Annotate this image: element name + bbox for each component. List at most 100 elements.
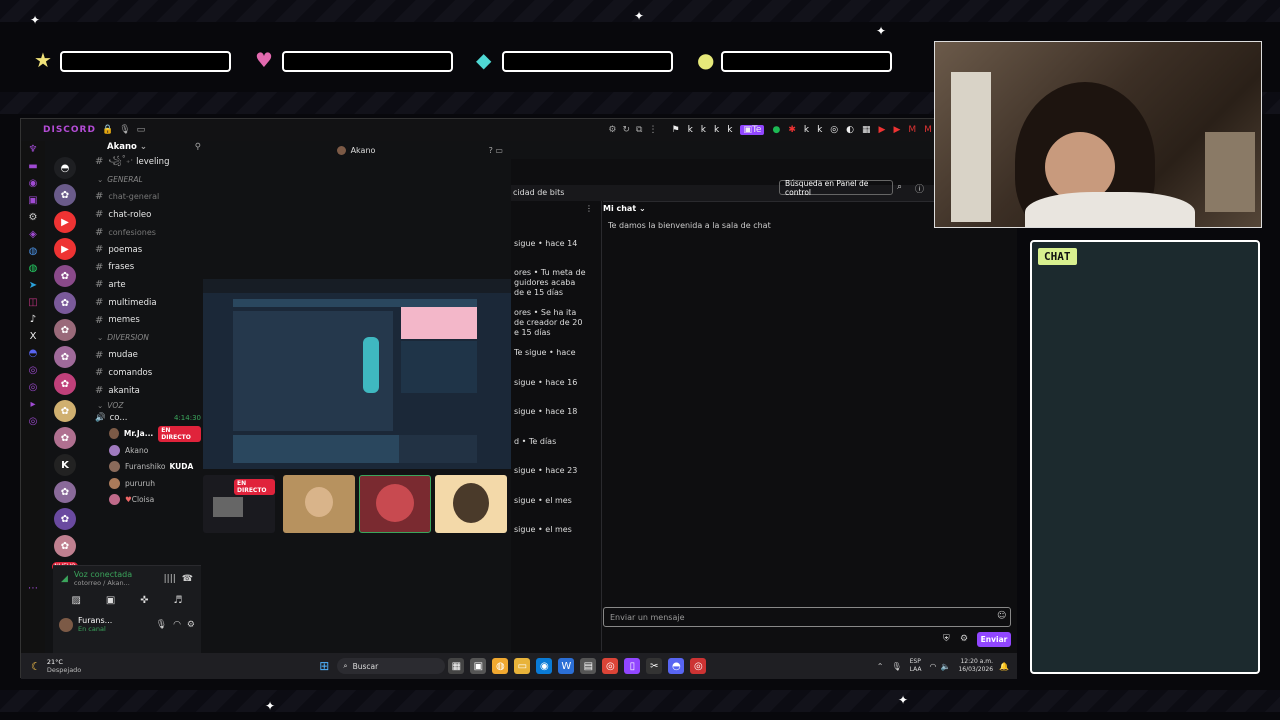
- emote-icon[interactable]: ☺: [997, 611, 1006, 621]
- task-view-icon[interactable]: ▦: [448, 658, 465, 674]
- app-icon[interactable]: ◉: [21, 175, 45, 192]
- channel-comandos[interactable]: # comandos: [85, 364, 201, 382]
- activity-item[interactable]: sigue • hace 18: [514, 407, 586, 417]
- activity-item[interactable]: ores • Tu meta de guidores acaba de e 15…: [514, 268, 586, 298]
- server-icon[interactable]: K: [54, 454, 76, 476]
- channel-multimedia[interactable]: # multimedia: [85, 294, 201, 312]
- server-header[interactable]: Akano ⌄ ⚲: [85, 141, 201, 153]
- tray-chevron-icon[interactable]: ⌃: [877, 662, 884, 671]
- soundboard-icon[interactable]: ♬: [174, 595, 183, 606]
- youtube-icon[interactable]: ▶: [893, 125, 900, 135]
- server-icon[interactable]: ✿: [54, 292, 76, 314]
- channel-mudae[interactable]: # mudae: [85, 347, 201, 365]
- settings-icon[interactable]: ⚙: [608, 125, 616, 135]
- word-icon[interactable]: W: [558, 658, 575, 674]
- app-icon[interactable]: ▣: [21, 192, 45, 209]
- voice-user[interactable]: ♥ Cloisa: [85, 491, 201, 508]
- youtube-icon[interactable]: ▶: [879, 125, 886, 135]
- app-icon[interactable]: ▯: [624, 658, 641, 674]
- app-icon[interactable]: ◍: [492, 658, 509, 674]
- taskbar-search[interactable]: ⌕ Buscar: [337, 658, 446, 674]
- channel-frases[interactable]: # frases: [85, 259, 201, 277]
- more-icon[interactable]: ⋯: [21, 580, 45, 597]
- send-button[interactable]: Enviar: [977, 632, 1011, 647]
- server-icon[interactable]: ✿: [54, 508, 76, 530]
- gear-icon[interactable]: ⚙: [960, 634, 968, 644]
- screen-share-icon[interactable]: ▣: [106, 595, 115, 606]
- edge-icon[interactable]: ◉: [536, 658, 553, 674]
- whatsapp-icon[interactable]: ◍: [21, 260, 45, 277]
- mic-icon[interactable]: 🎙: [891, 662, 901, 671]
- gear-icon[interactable]: ⚙: [187, 620, 195, 630]
- gmail-icon[interactable]: M: [924, 125, 932, 135]
- activity-item[interactable]: sigue • hace 14: [514, 239, 586, 249]
- chrome-icon[interactable]: ◎: [602, 658, 619, 674]
- discord-icon[interactable]: ◓: [21, 345, 45, 362]
- channel-akanita[interactable]: # akanita: [85, 382, 201, 400]
- screen-share-stream[interactable]: [203, 279, 511, 469]
- shield-icon[interactable]: ⛨: [943, 634, 950, 644]
- app-icon[interactable]: ◈: [21, 226, 45, 243]
- category-voz[interactable]: ⌄ VOZ: [85, 399, 201, 411]
- server-icon[interactable]: ✿: [54, 184, 76, 206]
- file-explorer-icon[interactable]: ▭: [514, 658, 531, 674]
- channel-poemas[interactable]: # poemas: [85, 241, 201, 259]
- participant-tile[interactable]: [359, 475, 431, 533]
- refresh-icon[interactable]: ↻: [623, 125, 631, 135]
- extension-icon[interactable]: k: [804, 125, 809, 135]
- discord-home-icon[interactable]: ◓: [54, 157, 76, 179]
- activity-item[interactable]: sigue • el mes: [514, 496, 586, 506]
- instagram-icon[interactable]: ◫: [21, 294, 45, 311]
- messenger-icon[interactable]: ◍: [21, 243, 45, 260]
- headphones-icon[interactable]: ◠: [173, 620, 181, 630]
- noise-icon[interactable]: ||||: [164, 574, 176, 584]
- twitch-tab-icon[interactable]: ▣Te: [740, 125, 765, 135]
- server-icon[interactable]: ✿: [54, 481, 76, 503]
- activities-icon[interactable]: ✜: [140, 595, 148, 606]
- dashboard-search-input[interactable]: Búsqueda en Panel de control: [779, 179, 893, 197]
- participant-tile[interactable]: [283, 475, 355, 533]
- search-icon[interactable]: ⌕: [897, 182, 902, 192]
- app-icon[interactable]: ◎: [690, 658, 707, 674]
- avatar[interactable]: [59, 617, 73, 632]
- spotify-icon[interactable]: ●: [772, 125, 780, 135]
- voice-user[interactable]: Mr.Ja... EN DIRECTO: [85, 425, 201, 442]
- more-icon[interactable]: ⋮: [585, 204, 593, 213]
- youtube-server-icon[interactable]: ▶: [54, 238, 76, 260]
- gear-icon[interactable]: ⚙: [21, 209, 45, 226]
- channel-arte[interactable]: # arte: [85, 276, 201, 294]
- app-icon[interactable]: ♆: [21, 141, 45, 158]
- windows-start-icon[interactable]: ⊞: [319, 659, 329, 673]
- x-icon[interactable]: X: [21, 328, 45, 345]
- capcut-icon[interactable]: ✂: [646, 658, 663, 674]
- activity-item[interactable]: sigue • el mes: [514, 525, 586, 535]
- gmail-icon[interactable]: M: [908, 125, 916, 135]
- server-icon[interactable]: ✿: [54, 535, 76, 557]
- app-icon[interactable]: ▸: [21, 396, 45, 413]
- channel-leveling[interactable]: # ꧁˚₊‧ leveling: [85, 153, 201, 171]
- server-icon[interactable]: ✿: [54, 427, 76, 449]
- chrome-icon[interactable]: ◎: [830, 125, 838, 135]
- clock-time[interactable]: 12:20 a.m.: [958, 658, 993, 666]
- channel-memes[interactable]: # memes: [85, 311, 201, 329]
- app-icon[interactable]: ▬: [21, 158, 45, 175]
- help-icon[interactable]: ? ▭: [489, 146, 503, 155]
- extension-icon[interactable]: k: [701, 125, 706, 135]
- disconnect-icon[interactable]: ☎: [182, 574, 193, 584]
- extension-icon[interactable]: k: [727, 125, 732, 135]
- activity-item[interactable]: Te sigue • hace: [514, 348, 586, 358]
- extension-icon[interactable]: ✱: [788, 125, 796, 135]
- voice-user[interactable]: Akano: [85, 442, 201, 459]
- mic-icon[interactable]: 🎙: [156, 620, 167, 630]
- app-icon[interactable]: ◎: [21, 379, 45, 396]
- volume-icon[interactable]: 🔈: [940, 662, 950, 671]
- extension-icon[interactable]: ⚑: [671, 125, 679, 135]
- app-icon[interactable]: ▤: [580, 658, 597, 674]
- extension-icon[interactable]: k: [817, 125, 822, 135]
- camera-off-icon[interactable]: ▨: [71, 595, 80, 606]
- participant-tile[interactable]: [435, 475, 507, 533]
- app-icon[interactable]: ◎: [21, 413, 45, 430]
- extension-icon[interactable]: k: [688, 125, 693, 135]
- keyboard-layout[interactable]: LAA: [910, 666, 922, 674]
- voice-channel[interactable]: 🔊 co... 4:14:30: [85, 411, 201, 425]
